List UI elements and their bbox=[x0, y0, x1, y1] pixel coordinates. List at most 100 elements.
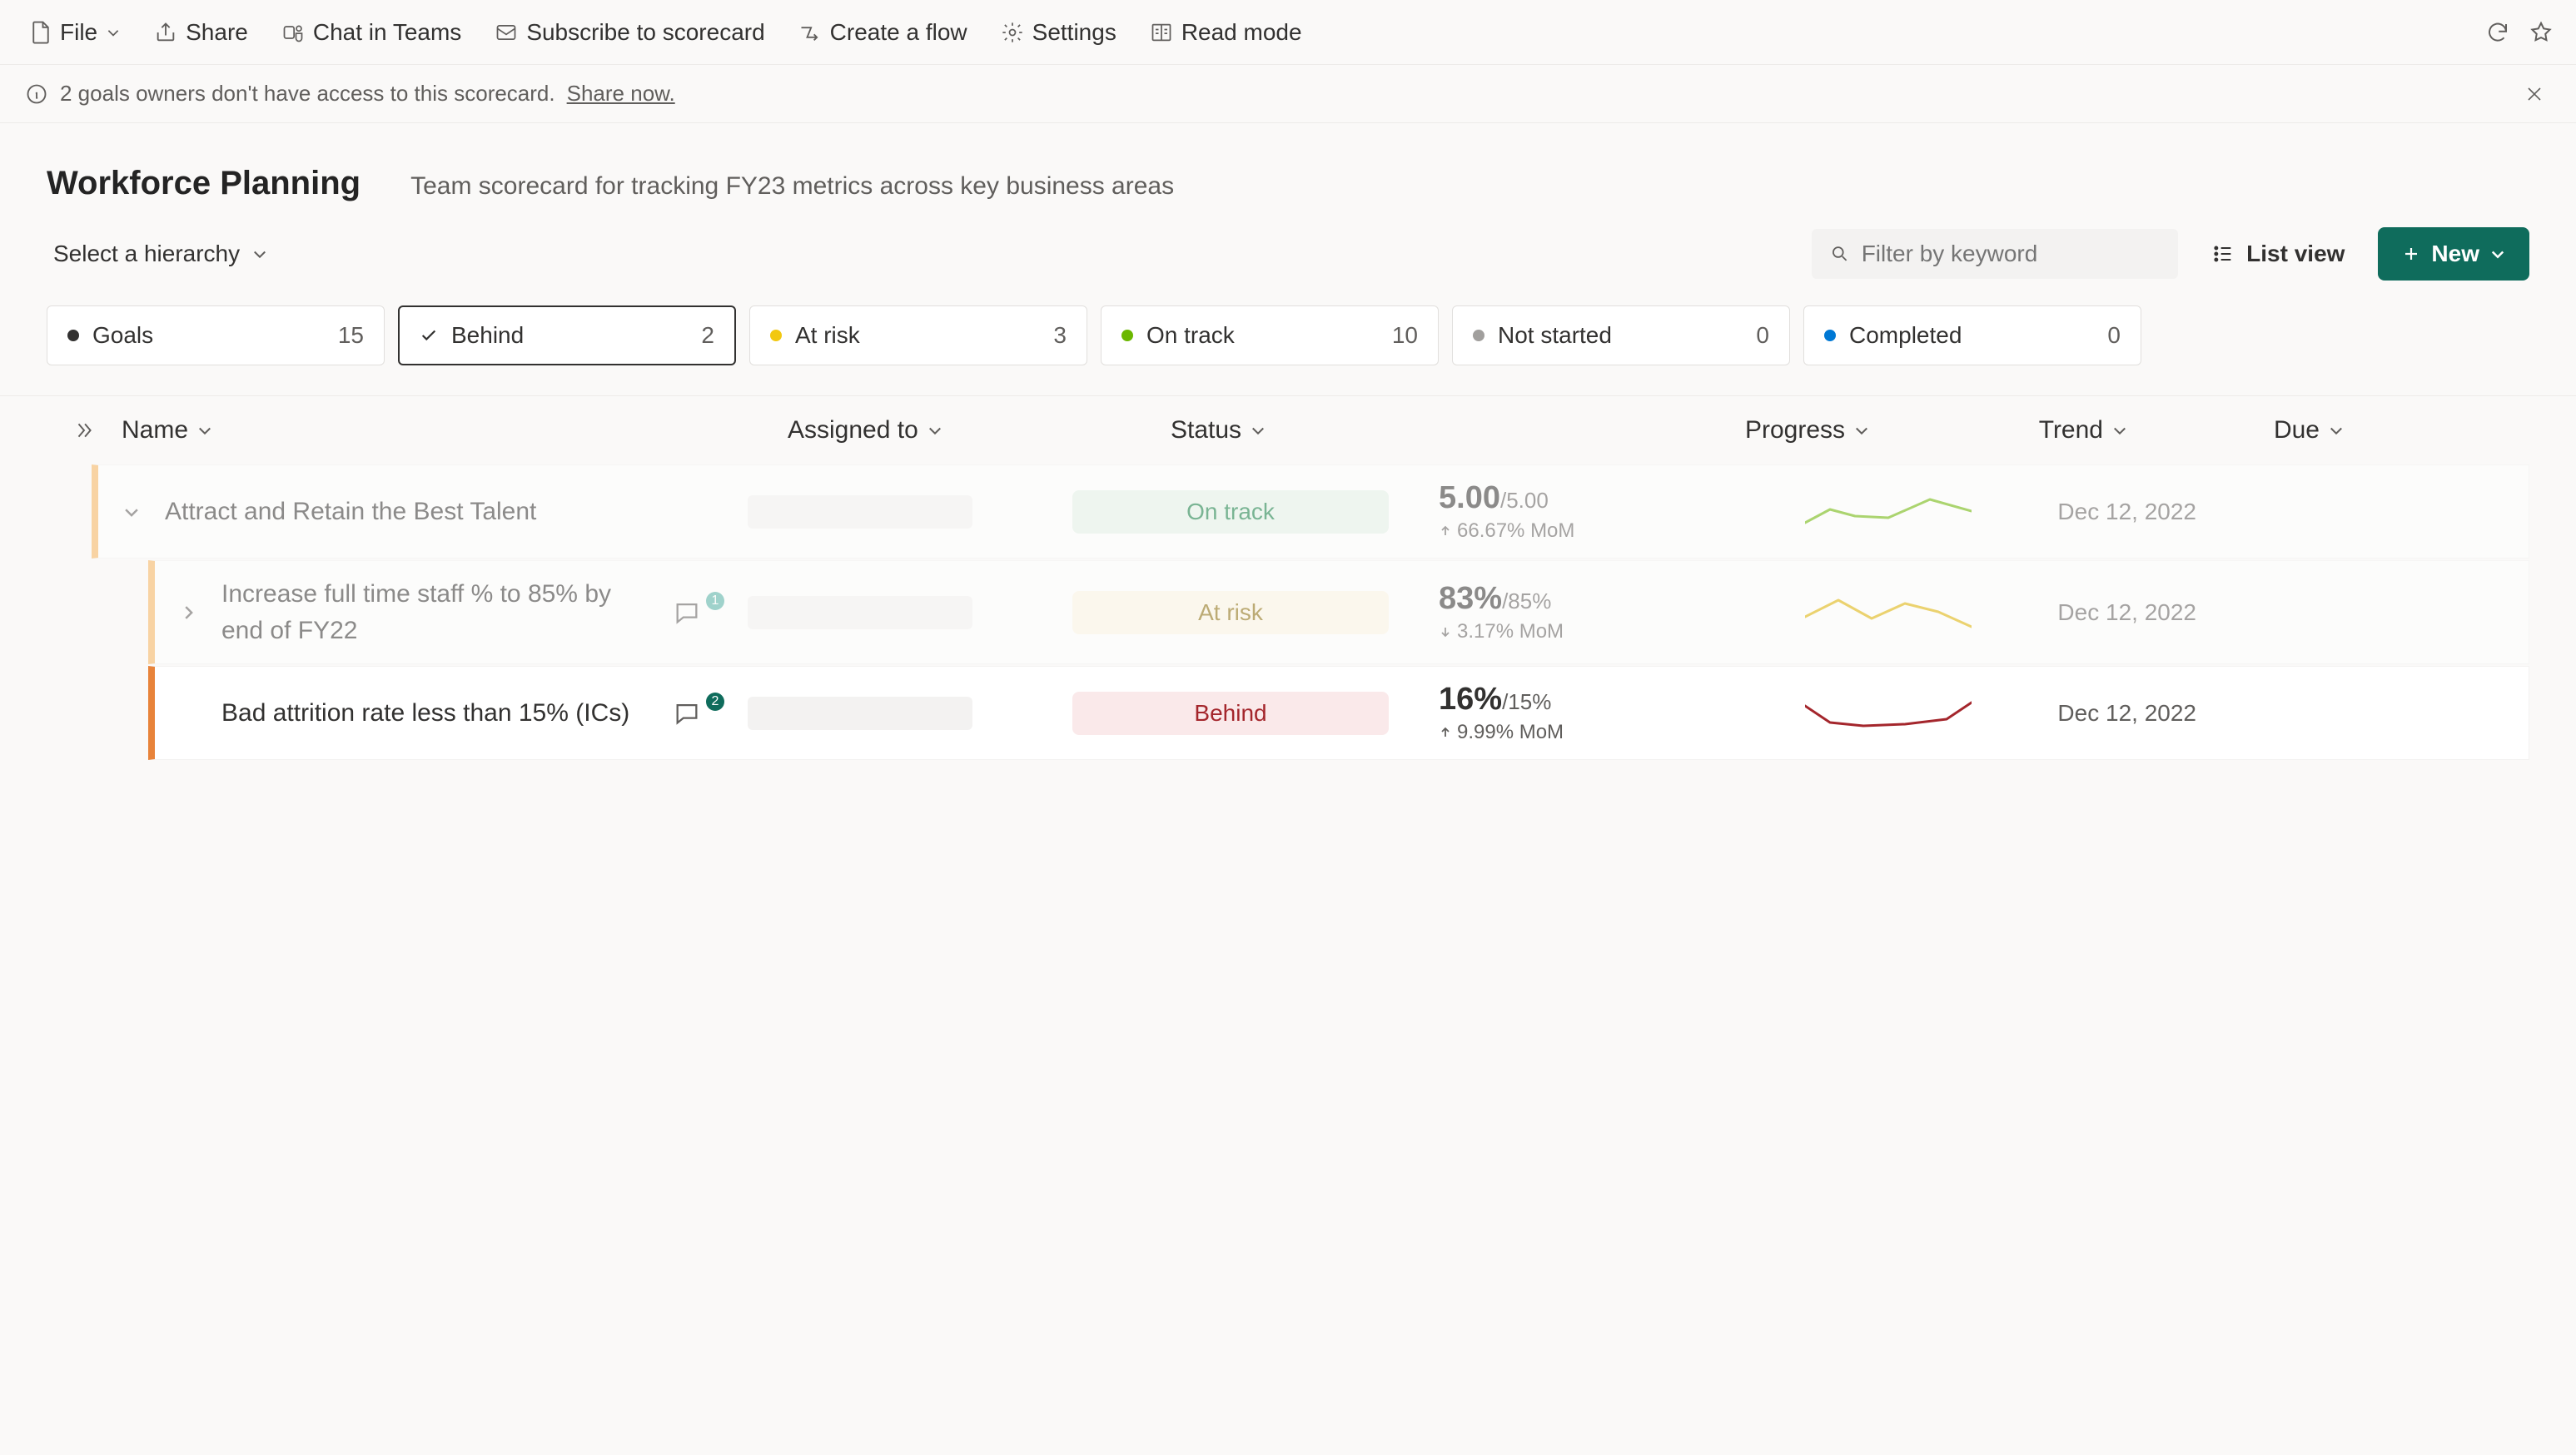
status-dot-icon bbox=[1824, 330, 1836, 341]
status-filter-on-track[interactable]: On track10 bbox=[1101, 305, 1439, 365]
col-progress-header[interactable]: Progress bbox=[1520, 416, 1870, 444]
chevron-down-icon bbox=[927, 422, 943, 439]
status-filter-count: 0 bbox=[2107, 322, 2121, 349]
due-cell: Dec 12, 2022 bbox=[1980, 700, 2196, 727]
col-due-header[interactable]: Due bbox=[2128, 416, 2345, 444]
status-cell: At risk bbox=[1064, 591, 1397, 634]
info-icon bbox=[25, 82, 48, 106]
progress-cell: 83%/85% 3.17% MoM bbox=[1397, 581, 1722, 643]
column-headers: Name Assigned to Status Progress Trend D… bbox=[0, 396, 2576, 464]
status-cell: On track bbox=[1064, 490, 1397, 534]
row-expand-toggle[interactable] bbox=[155, 603, 221, 622]
goal-row[interactable]: Increase full time staff % to 85% by end… bbox=[148, 560, 2529, 664]
notification-text: 2 goals owners don't have access to this… bbox=[60, 81, 555, 107]
app-toolbar: File Share Chat in Teams Subscribe to sc… bbox=[0, 0, 2576, 65]
progress-value: 16%/15% bbox=[1439, 682, 1551, 718]
progress-delta: 3.17% MoM bbox=[1439, 620, 1564, 643]
star-icon bbox=[2529, 20, 2554, 45]
status-filter-not-started[interactable]: Not started0 bbox=[1452, 305, 1790, 365]
chevron-down-icon bbox=[1250, 422, 1266, 439]
col-name-header[interactable]: Name bbox=[122, 416, 788, 444]
status-filter-goals[interactable]: Goals 15 bbox=[47, 305, 385, 365]
teams-icon bbox=[281, 21, 305, 44]
status-filter-label: On track bbox=[1146, 322, 1379, 349]
search-box[interactable] bbox=[1812, 229, 2178, 279]
notification-bar: 2 goals owners don't have access to this… bbox=[0, 65, 2576, 123]
progress-delta: 9.99% MoM bbox=[1439, 721, 1564, 744]
chevron-down-icon bbox=[122, 503, 141, 521]
page-title: Workforce Planning bbox=[47, 165, 361, 202]
progress-cell: 16%/15% 9.99% MoM bbox=[1397, 682, 1722, 744]
goal-rows: Attract and Retain the Best TalentOn tra… bbox=[0, 464, 2576, 760]
status-filter-count: 3 bbox=[1053, 322, 1067, 349]
plus-icon bbox=[2401, 244, 2421, 264]
comment-button[interactable]: 1 bbox=[673, 598, 748, 627]
refresh-button[interactable] bbox=[2479, 14, 2516, 51]
expand-all-toggle[interactable] bbox=[47, 420, 122, 441]
progress-denominator: /15% bbox=[1502, 689, 1551, 714]
chevron-right-icon bbox=[179, 603, 197, 622]
share-button[interactable]: Share bbox=[141, 11, 261, 54]
read-mode-button[interactable]: Read mode bbox=[1136, 11, 1315, 54]
status-filter-count: 15 bbox=[338, 322, 364, 349]
status-pill: At risk bbox=[1072, 591, 1389, 634]
due-cell: Dec 12, 2022 bbox=[1980, 599, 2196, 626]
status-pill: On track bbox=[1072, 490, 1389, 534]
status-filter-behind[interactable]: Behind2 bbox=[398, 305, 736, 365]
page-subtitle: Team scorecard for tracking FY23 metrics… bbox=[410, 172, 1174, 201]
assigned-cell bbox=[748, 495, 1064, 529]
comment-count-badge: 1 bbox=[706, 592, 724, 610]
listview-label: List view bbox=[2246, 241, 2345, 267]
file-menu[interactable]: File bbox=[17, 11, 134, 54]
status-filter-at-risk[interactable]: At risk 3 bbox=[749, 305, 1087, 365]
readmode-label: Read mode bbox=[1181, 19, 1302, 46]
status-dot-icon bbox=[770, 330, 782, 341]
assigned-cell bbox=[748, 596, 1064, 629]
subscribe-icon bbox=[495, 21, 518, 44]
goal-name: Increase full time staff % to 85% by end… bbox=[221, 576, 673, 648]
trend-sparkline bbox=[1805, 493, 1972, 531]
status-filters: Goals15Behind2At risk3On track10Not star… bbox=[0, 305, 2576, 396]
settings-label: Settings bbox=[1032, 19, 1116, 46]
avatar-placeholder bbox=[748, 596, 972, 629]
chevron-down-icon bbox=[106, 25, 121, 40]
chevron-down-icon bbox=[2328, 422, 2345, 439]
comment-button[interactable]: 2 bbox=[673, 699, 748, 728]
status-filter-count: 2 bbox=[701, 322, 714, 349]
controls-row: Select a hierarchy List view New bbox=[0, 219, 2576, 305]
col-status-header[interactable]: Status bbox=[1171, 416, 1520, 444]
settings-button[interactable]: Settings bbox=[987, 11, 1130, 54]
notification-close[interactable] bbox=[2518, 77, 2551, 111]
favorite-button[interactable] bbox=[2523, 14, 2559, 51]
arrow-up-icon bbox=[1439, 524, 1452, 538]
notification-link[interactable]: Share now. bbox=[567, 81, 675, 107]
status-dot-icon bbox=[67, 330, 79, 341]
status-filter-completed[interactable]: Completed0 bbox=[1803, 305, 2141, 365]
status-filter-label: Not started bbox=[1498, 322, 1743, 349]
status-filter-label: Goals bbox=[92, 322, 325, 349]
status-filter-label: At risk bbox=[795, 322, 1040, 349]
progress-value: 5.00/5.00 bbox=[1439, 480, 1549, 516]
hierarchy-select[interactable]: Select a hierarchy bbox=[47, 231, 275, 277]
progress-delta: 66.67% MoM bbox=[1439, 519, 1574, 543]
chevron-down-icon bbox=[251, 246, 268, 262]
chevron-double-right-icon bbox=[73, 420, 95, 441]
hierarchy-label: Select a hierarchy bbox=[53, 241, 240, 267]
flow-icon bbox=[798, 21, 822, 44]
col-trend-header[interactable]: Trend bbox=[1870, 416, 2128, 444]
search-icon bbox=[1830, 243, 1850, 265]
create-flow-button[interactable]: Create a flow bbox=[785, 11, 981, 54]
col-assigned-header[interactable]: Assigned to bbox=[788, 416, 1171, 444]
search-input[interactable] bbox=[1862, 241, 2160, 267]
list-view-button[interactable]: List view bbox=[2198, 231, 2358, 277]
status-dot-icon bbox=[1121, 330, 1133, 341]
subscribe-button[interactable]: Subscribe to scorecard bbox=[481, 11, 778, 54]
goal-row[interactable]: Attract and Retain the Best TalentOn tra… bbox=[92, 464, 2529, 559]
trend-sparkline bbox=[1805, 694, 1972, 732]
new-button[interactable]: New bbox=[2378, 227, 2529, 281]
list-icon bbox=[2211, 242, 2235, 266]
progress-value: 83%/85% bbox=[1439, 581, 1551, 617]
row-expand-toggle[interactable] bbox=[98, 503, 165, 521]
chat-teams-button[interactable]: Chat in Teams bbox=[268, 11, 475, 54]
goal-row[interactable]: Bad attrition rate less than 15% (ICs)2B… bbox=[148, 666, 2529, 760]
